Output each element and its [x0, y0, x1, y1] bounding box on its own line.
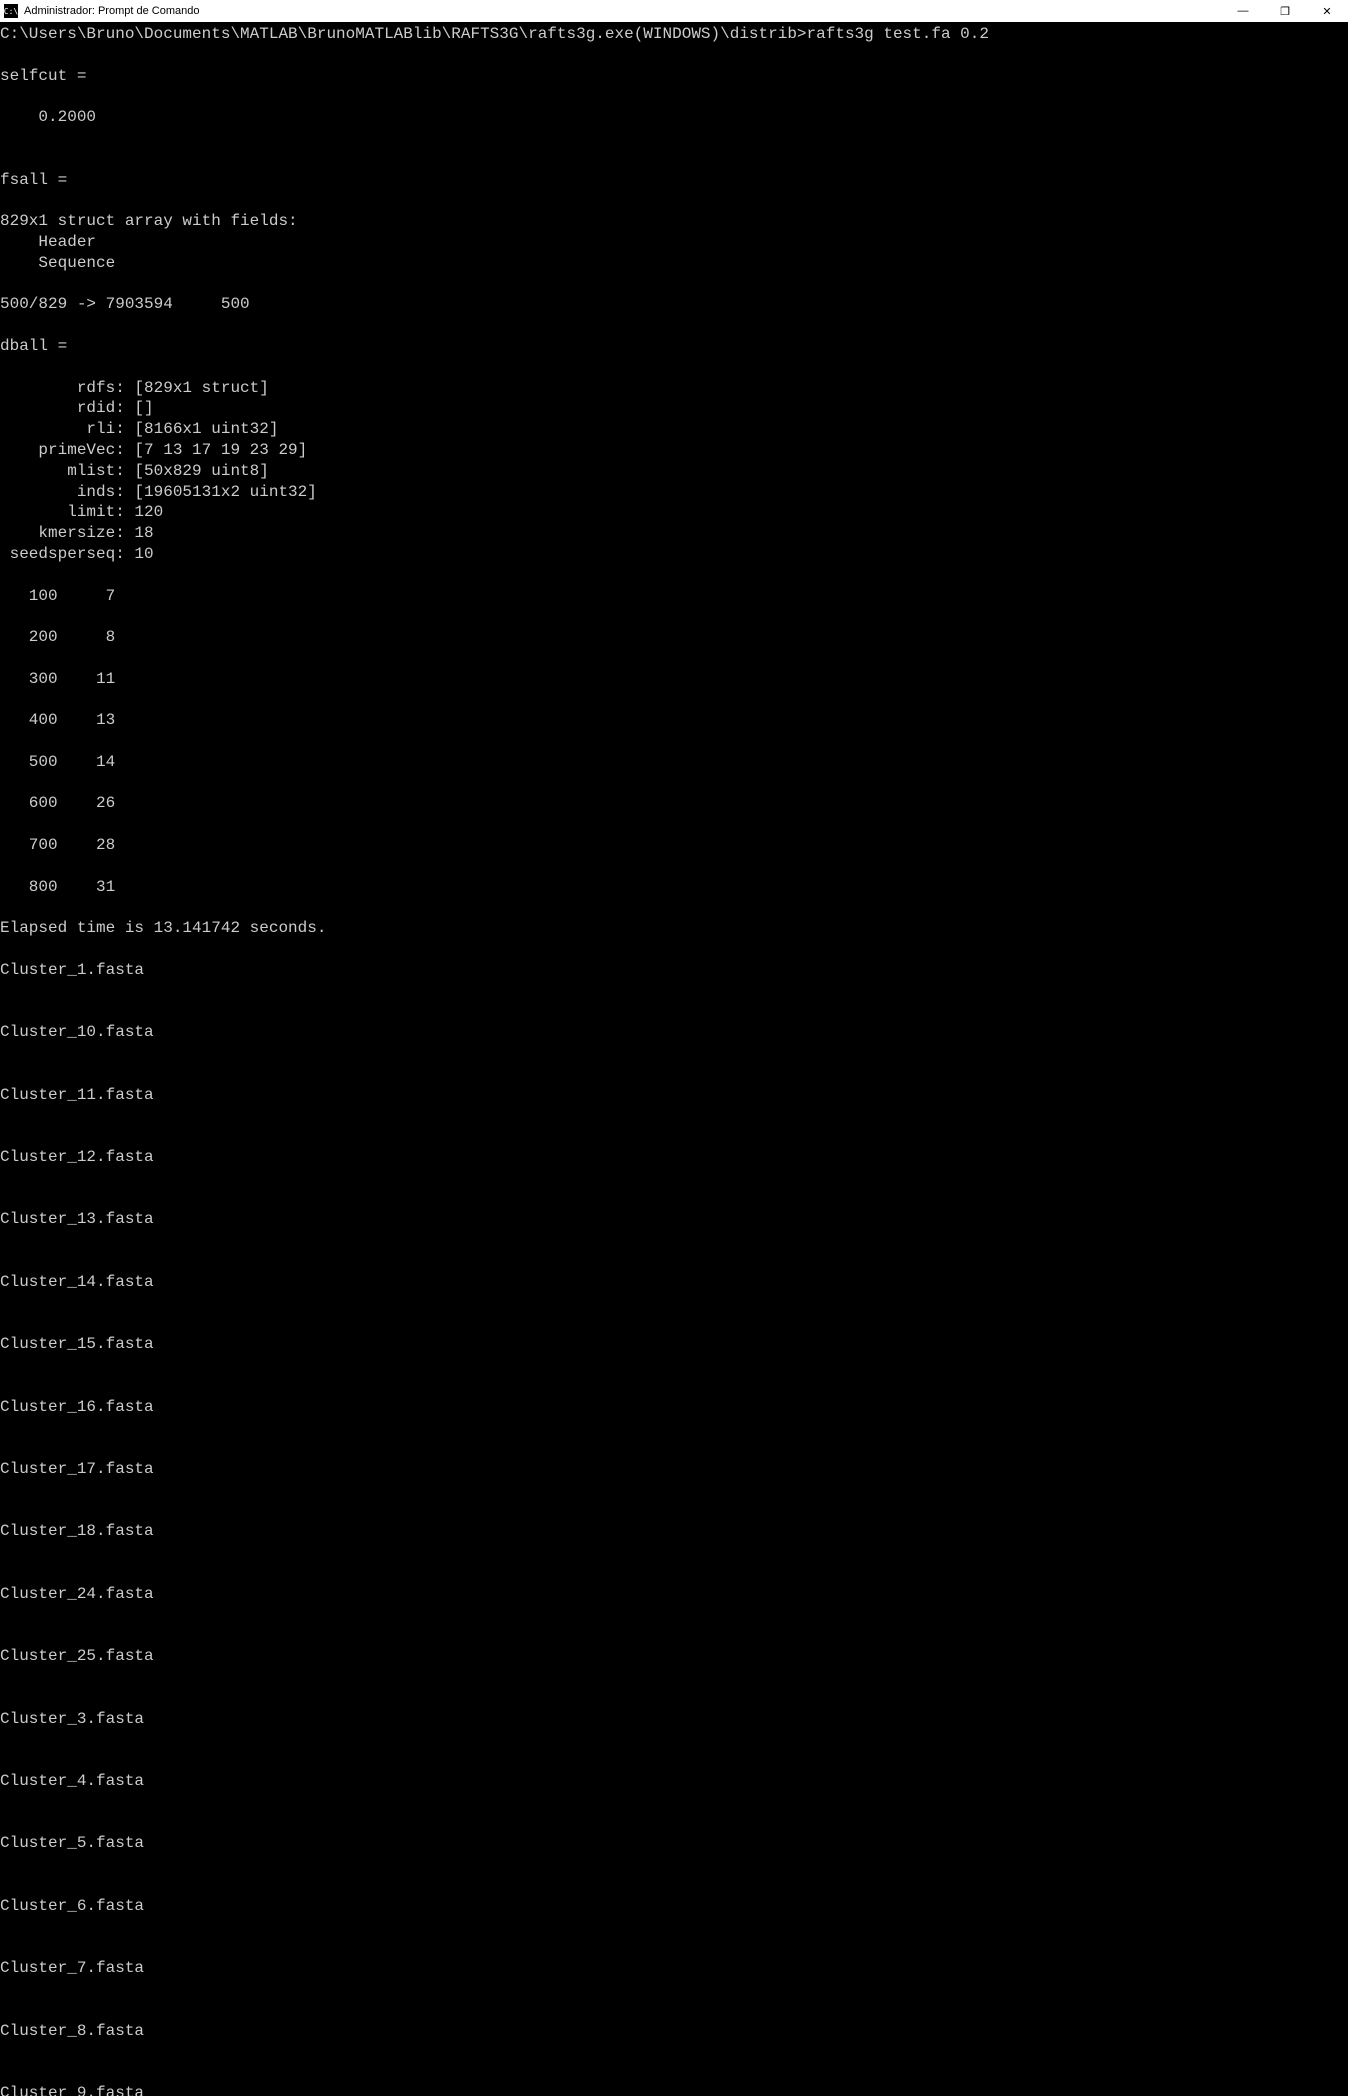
cluster-file: Cluster_15.fasta [0, 1335, 154, 1353]
cluster-file: Cluster_14.fasta [0, 1273, 154, 1291]
close-button[interactable]: ✕ [1306, 0, 1348, 22]
cluster-file: Cluster_24.fasta [0, 1585, 154, 1603]
count-row: 700 28 [0, 836, 115, 854]
dball-limit: limit: 120 [0, 503, 163, 521]
cluster-file: Cluster_8.fasta [0, 2022, 144, 2040]
count-row: 500 14 [0, 753, 115, 771]
cluster-file: Cluster_7.fasta [0, 1959, 144, 1977]
fsall-field-sequence: Sequence [0, 254, 115, 272]
dball-label: dball = [0, 337, 67, 355]
cmd-icon: C:\ [4, 4, 18, 18]
selfcut-value: 0.2000 [0, 108, 96, 126]
cluster-file: Cluster_5.fasta [0, 1834, 144, 1852]
cluster-file: Cluster_13.fasta [0, 1210, 154, 1228]
count-row: 800 31 [0, 878, 115, 896]
cluster-file: Cluster_12.fasta [0, 1148, 154, 1166]
dball-kmersize: kmersize: 18 [0, 524, 154, 542]
cluster-file: Cluster_10.fasta [0, 1023, 154, 1041]
dball-seedsperseq: seedsperseq: 10 [0, 545, 154, 563]
dball-inds: inds: [19605131x2 uint32] [0, 483, 317, 501]
terminal-output[interactable]: C:\Users\Bruno\Documents\MATLAB\BrunoMAT… [0, 22, 1348, 2096]
count-row: 300 11 [0, 670, 115, 688]
dball-rli: rli: [8166x1 uint32] [0, 420, 278, 438]
cluster-file: Cluster_9.fasta [0, 2084, 144, 2096]
selfcut-label: selfcut = [0, 67, 86, 85]
cluster-file: Cluster_4.fasta [0, 1772, 144, 1790]
elapsed-time: Elapsed time is 13.141742 seconds. [0, 919, 326, 937]
count-row: 400 13 [0, 711, 115, 729]
minimize-button[interactable]: — [1222, 0, 1264, 22]
cluster-file: Cluster_11.fasta [0, 1086, 154, 1104]
count-row: 100 7 [0, 587, 115, 605]
cluster-file: Cluster_17.fasta [0, 1460, 154, 1478]
cluster-file: Cluster_16.fasta [0, 1398, 154, 1416]
cluster-file: Cluster_6.fasta [0, 1897, 144, 1915]
dball-rdid: rdid: [] [0, 399, 154, 417]
dball-primevec: primeVec: [7 13 17 19 23 29] [0, 441, 307, 459]
window-titlebar[interactable]: C:\ Administrador: Prompt de Comando — ❐… [0, 0, 1348, 22]
dball-mlist: mlist: [50x829 uint8] [0, 462, 269, 480]
count-row: 200 8 [0, 628, 115, 646]
fsall-label: fsall = [0, 171, 67, 189]
window-title: Administrador: Prompt de Comando [24, 5, 199, 17]
maximize-button[interactable]: ❐ [1264, 0, 1306, 22]
cluster-file: Cluster_1.fasta [0, 961, 144, 979]
cluster-file: Cluster_18.fasta [0, 1522, 154, 1540]
fsall-field-header: Header [0, 233, 96, 251]
cluster-file: Cluster_25.fasta [0, 1647, 154, 1665]
dball-rdfs: rdfs: [829x1 struct] [0, 379, 269, 397]
progress-line: 500/829 -> 7903594 500 [0, 295, 250, 313]
fsall-desc: 829x1 struct array with fields: [0, 212, 298, 230]
window-controls: — ❐ ✕ [1222, 0, 1348, 22]
count-row: 600 26 [0, 794, 115, 812]
cluster-file: Cluster_3.fasta [0, 1710, 144, 1728]
prompt-line: C:\Users\Bruno\Documents\MATLAB\BrunoMAT… [0, 25, 989, 43]
